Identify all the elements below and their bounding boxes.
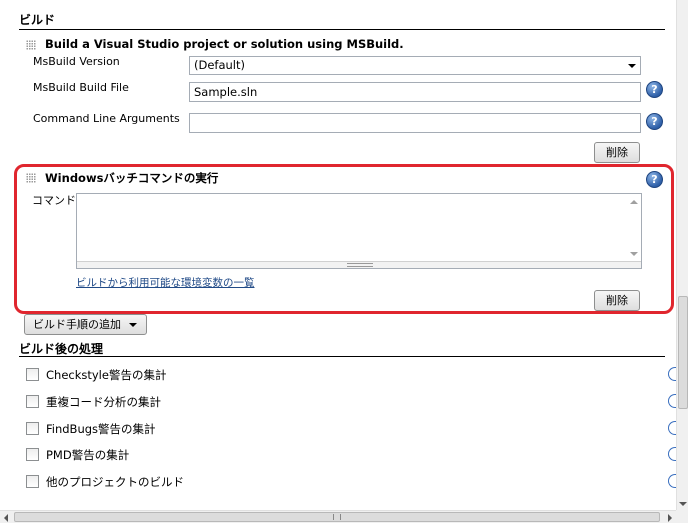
post-build-item-label: Checkstyle警告の集計 [46,368,167,382]
command-line-arguments-label: Command Line Arguments [33,112,180,125]
msbuild-version-value: (Default) [194,58,245,72]
post-build-section-divider [19,356,665,357]
add-build-step-button[interactable]: ビルド手順の追加 [24,314,147,335]
build-section-header: ビルド [19,13,56,27]
checkbox[interactable] [26,475,39,488]
delete-msbuild-step-button[interactable]: 削除 [594,142,640,163]
post-build-item-label: FindBugs警告の集計 [46,422,156,436]
msbuild-version-label: MsBuild Version [33,55,120,68]
vertical-scroll-thumb[interactable] [678,296,688,409]
checkbox[interactable] [26,422,39,435]
command-label: コマンド [32,194,76,207]
command-textarea[interactable] [76,193,642,269]
build-section-divider [19,29,665,30]
env-vars-link[interactable]: ビルドから利用可能な環境変数の一覧 [76,275,255,290]
add-build-step-label: ビルド手順の追加 [33,318,121,331]
horizontal-scrollbar[interactable] [0,510,676,523]
chevron-down-icon [628,64,636,68]
scroll-up-icon[interactable] [630,200,638,204]
scroll-grip-icon [333,514,341,520]
resize-grip-icon [347,263,373,267]
textarea-resize-handle[interactable] [77,261,641,268]
help-icon[interactable] [668,421,676,435]
command-line-arguments-input[interactable] [189,113,641,133]
help-icon[interactable]: ? [646,171,663,188]
drag-handle-icon[interactable] [26,173,36,183]
drag-handle-icon[interactable] [26,40,36,50]
post-build-item-label: 他のプロジェクトのビルド [46,475,184,489]
scroll-left-icon[interactable] [4,514,8,522]
batch-step-title: Windowsバッチコマンドの実行 [45,171,219,185]
msbuild-build-file-input[interactable]: Sample.sln [189,82,641,102]
msbuild-version-select[interactable]: (Default) [189,56,641,75]
delete-batch-step-button[interactable]: 削除 [594,290,640,311]
vertical-scrollbar[interactable] [676,0,688,510]
checkbox[interactable] [26,395,39,408]
scrollbar-corner [676,510,688,523]
help-icon[interactable]: ? [646,113,663,130]
help-icon[interactable] [668,474,676,488]
horizontal-scroll-thumb[interactable] [14,512,660,522]
post-build-item-label: 重複コード分析の集計 [46,395,161,409]
checkbox[interactable] [26,368,39,381]
scroll-down-icon[interactable] [679,502,687,506]
scroll-down-icon[interactable] [630,252,638,256]
help-icon[interactable] [668,447,676,461]
post-build-item-label: PMD警告の集計 [46,448,130,462]
chevron-down-icon [129,323,137,327]
help-icon[interactable]: ? [646,81,663,98]
scroll-right-icon[interactable] [668,514,672,522]
msbuild-build-file-label: MsBuild Build File [33,81,129,94]
help-icon[interactable] [668,394,676,408]
msbuild-step-title: Build a Visual Studio project or solutio… [45,37,404,51]
checkbox[interactable] [26,448,39,461]
textarea-scrollbar[interactable] [627,194,641,262]
help-icon[interactable] [668,367,676,381]
